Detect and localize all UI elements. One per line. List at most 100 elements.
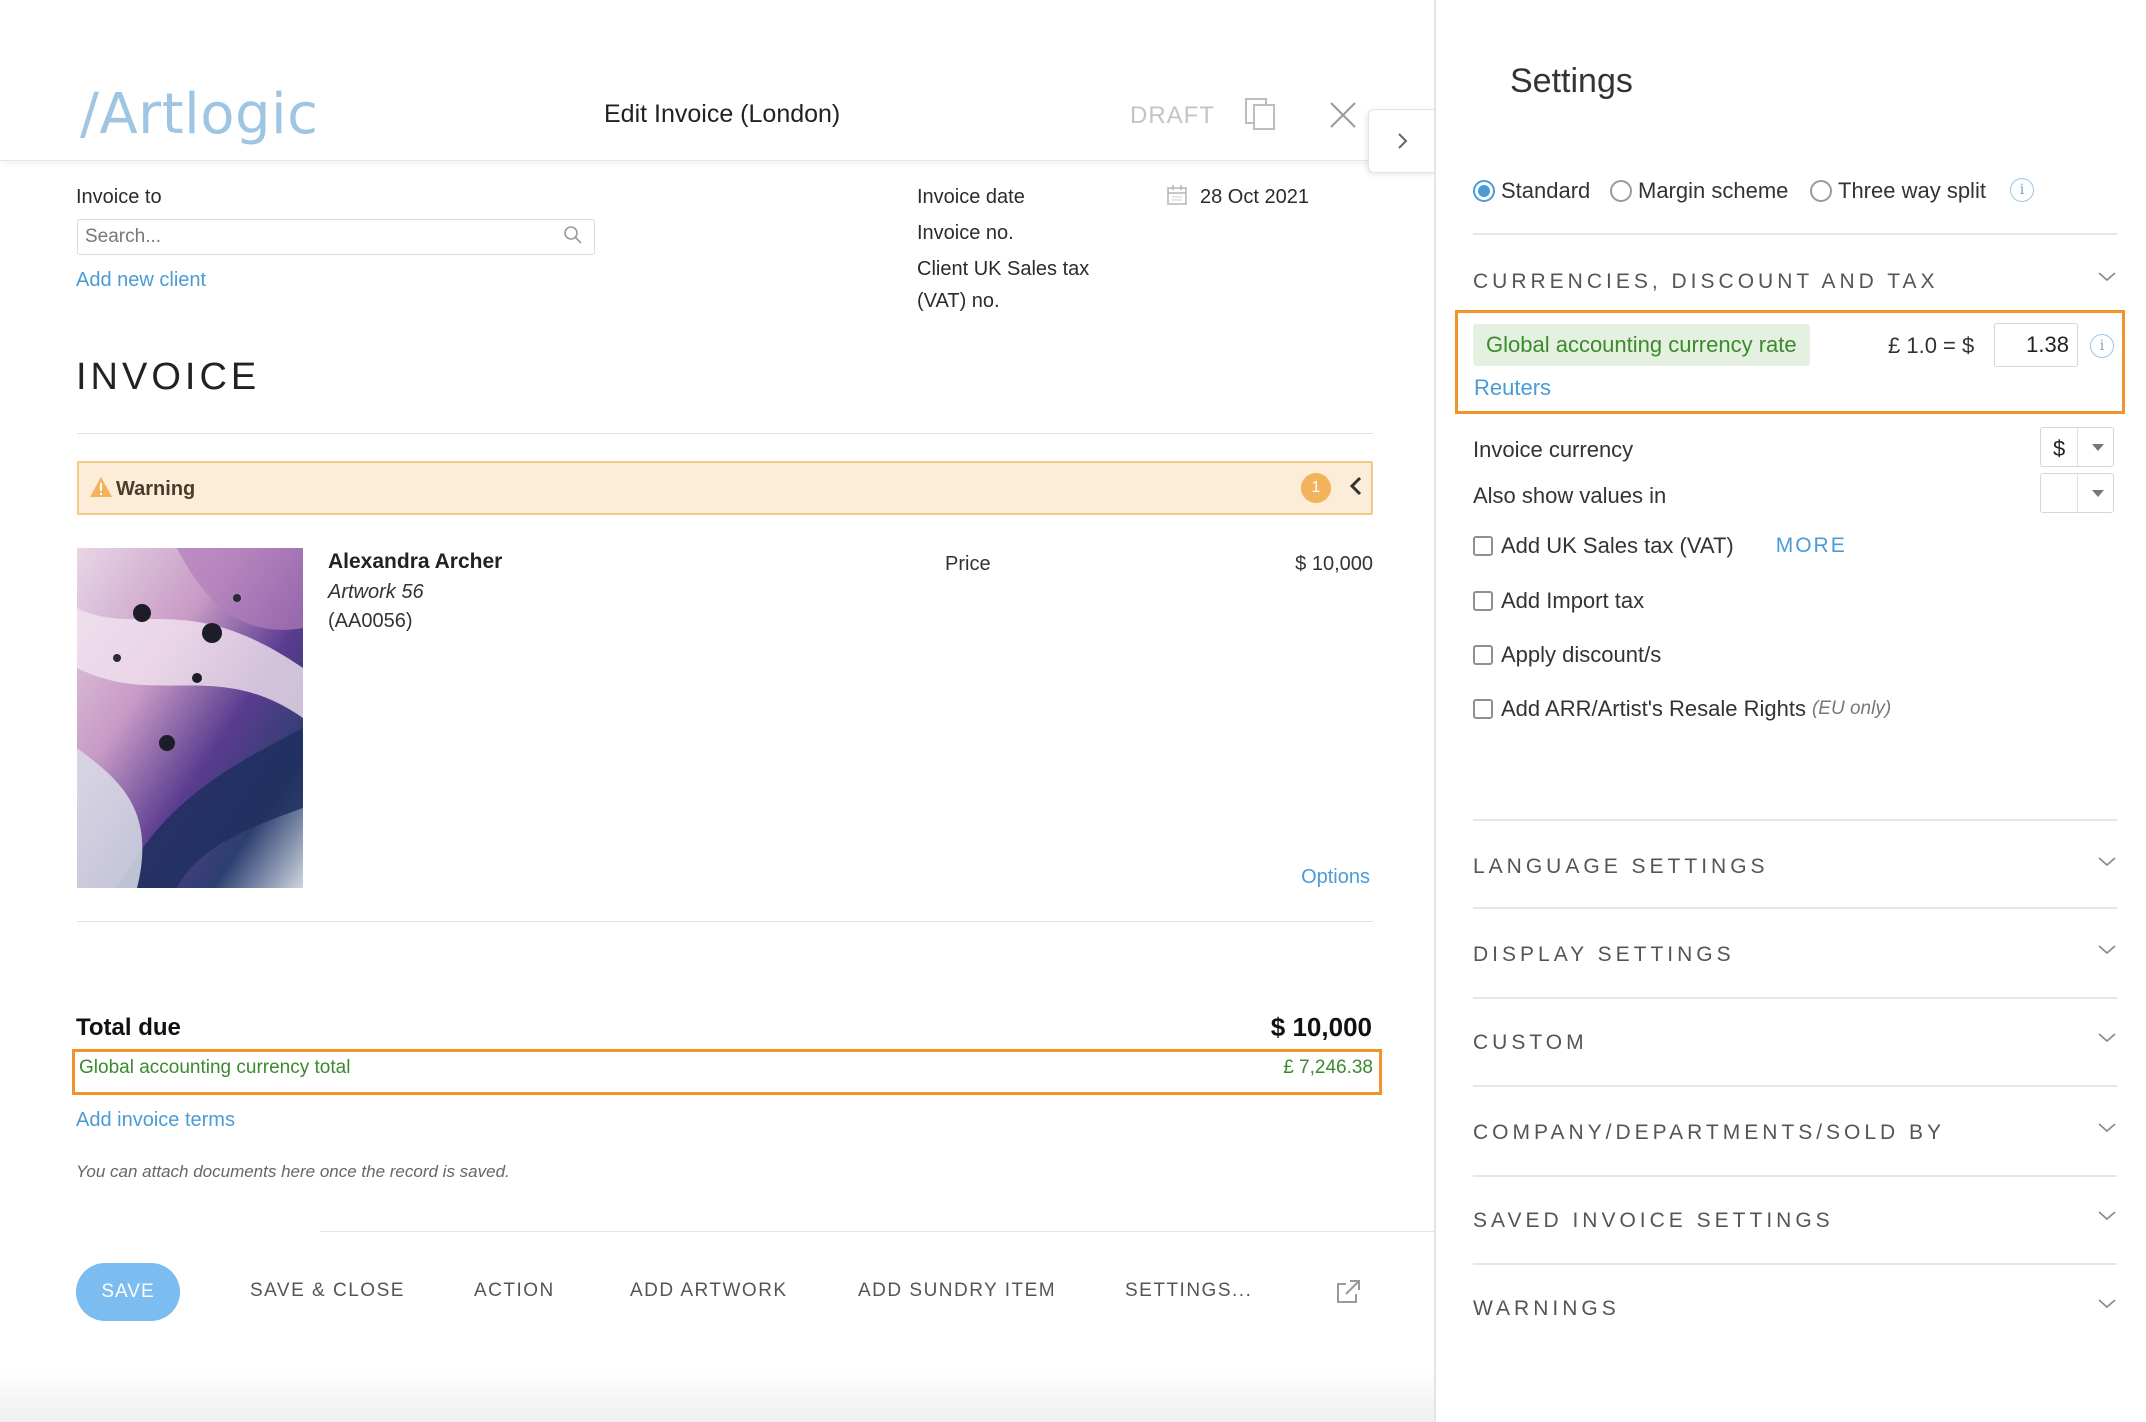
invoice-date-label: Invoice date <box>917 186 1025 208</box>
divider <box>1473 819 2117 821</box>
price-label: Price <box>945 553 991 575</box>
apply-discount-checkbox[interactable]: Apply discount/s <box>1473 642 1661 668</box>
caret-down-icon <box>2092 490 2104 497</box>
more-link[interactable]: MORE <box>1776 534 1847 558</box>
section-warnings-label: WARNINGS <box>1473 1297 1620 1320</box>
divider <box>77 433 1373 434</box>
collapse-settings-tab[interactable] <box>1368 109 1436 173</box>
section-currencies-header[interactable]: CURRENCIES, DISCOUNT AND TAX <box>1473 270 2117 294</box>
add-sundry-item-button[interactable]: ADD SUNDRY ITEM <box>858 1280 1056 1302</box>
external-link-icon[interactable] <box>1334 1278 1362 1306</box>
info-icon[interactable]: i <box>2090 334 2114 358</box>
artlogic-logo: /Artlogic <box>80 82 319 147</box>
divider <box>1473 1175 2117 1177</box>
scheme-margin-label: Margin scheme <box>1638 178 1789 203</box>
rate-from-currency: £ 1.0 = $ <box>1888 333 1975 358</box>
add-invoice-terms-link[interactable]: Add invoice terms <box>76 1109 235 1132</box>
chevron-left-icon[interactable] <box>1347 473 1365 499</box>
apply-discount-label: Apply discount/s <box>1501 642 1662 667</box>
scheme-margin-radio[interactable]: Margin scheme <box>1610 176 1788 206</box>
section-custom[interactable]: CUSTOM <box>1473 1031 2117 1055</box>
scheme-standard-radio[interactable]: Standard <box>1473 176 1590 206</box>
invoice-date-value[interactable]: 28 Oct 2021 <box>1200 186 1309 209</box>
section-currencies-label: CURRENCIES, DISCOUNT AND TAX <box>1473 270 1939 293</box>
section-company-label: COMPANY/DEPARTMENTS/SOLD BY <box>1473 1121 1946 1144</box>
invoice-currency-select[interactable]: $ <box>2040 427 2114 467</box>
artwork-thumbnail[interactable] <box>77 548 303 888</box>
checkbox-icon <box>1473 591 1493 611</box>
chevron-right-icon <box>1397 133 1407 149</box>
footer-divider <box>320 1231 1434 1232</box>
scheme-standard-label: Standard <box>1501 178 1591 203</box>
select-separator <box>2077 474 2078 512</box>
chevron-down-icon <box>2098 1033 2116 1043</box>
calendar-icon[interactable] <box>1166 184 1188 206</box>
section-saved-invoice-settings[interactable]: SAVED INVOICE SETTINGS <box>1473 1209 2117 1233</box>
checkbox-icon <box>1473 699 1493 719</box>
page-title: Edit Invoice (London) <box>604 100 841 128</box>
artwork-code: (AA0056) <box>328 610 413 632</box>
divider <box>77 921 1373 922</box>
invoice-heading: INVOICE <box>76 356 261 398</box>
warning-bar[interactable]: Warning 1 <box>77 461 1373 515</box>
add-arr-label: Add ARR/Artist's Resale Rights <box>1501 696 1806 721</box>
add-new-client-link[interactable]: Add new client <box>76 269 206 292</box>
add-artwork-button[interactable]: ADD ARTWORK <box>630 1280 788 1302</box>
info-icon[interactable]: i <box>2010 178 2034 202</box>
section-display-label: DISPLAY SETTINGS <box>1473 943 1735 966</box>
rate-input[interactable] <box>1994 323 2078 367</box>
chevron-down-icon <box>2098 857 2116 867</box>
chevron-down-icon <box>2098 1123 2116 1133</box>
client-vat-label-line2: (VAT) no. <box>917 290 1000 312</box>
radio-selected-icon <box>1473 180 1495 202</box>
save-button[interactable]: SAVE <box>76 1263 180 1321</box>
also-show-values-select[interactable] <box>2040 473 2114 513</box>
close-icon[interactable] <box>1328 100 1358 130</box>
radio-icon <box>1610 180 1632 202</box>
caret-down-icon <box>2092 444 2104 451</box>
chevron-down-icon <box>2098 1211 2116 1221</box>
add-vat-checkbox[interactable]: Add UK Sales tax (VAT) MORE <box>1473 533 1847 559</box>
section-language-label: LANGUAGE SETTINGS <box>1473 855 1769 878</box>
artist-name: Alexandra Archer <box>328 550 503 573</box>
divider <box>1473 997 2117 999</box>
section-saved-invoice-label: SAVED INVOICE SETTINGS <box>1473 1209 1834 1232</box>
invoice-currency-label: Invoice currency <box>1473 437 1634 462</box>
rate-source-link[interactable]: Reuters <box>1474 375 1551 401</box>
warning-count-badge: 1 <box>1301 473 1331 503</box>
attachment-note: You can attach documents here once the r… <box>76 1162 510 1181</box>
divider <box>1473 233 2117 235</box>
section-display-settings[interactable]: DISPLAY SETTINGS <box>1473 943 2117 967</box>
price-value[interactable]: $ 10,000 <box>1295 553 1373 576</box>
section-company-departments[interactable]: COMPANY/DEPARTMENTS/SOLD BY <box>1473 1121 2117 1145</box>
artwork-title: Artwork 56 <box>328 581 424 603</box>
section-warnings[interactable]: WARNINGS <box>1473 1297 2117 1321</box>
search-icon[interactable] <box>563 225 583 245</box>
section-language-settings[interactable]: LANGUAGE SETTINGS <box>1473 855 2117 879</box>
save-close-button[interactable]: SAVE & CLOSE <box>250 1280 405 1302</box>
select-separator <box>2077 428 2078 466</box>
client-search-input[interactable] <box>77 219 595 255</box>
invoice-panel: /Artlogic Edit Invoice (London) DRAFT In… <box>0 0 1434 1422</box>
add-arr-checkbox[interactable]: Add ARR/Artist's Resale Rights (EU only) <box>1473 696 1891 722</box>
divider <box>1473 907 2117 909</box>
warning-icon <box>90 477 112 497</box>
total-due-label: Total due <box>76 1014 181 1041</box>
scheme-three-way-radio[interactable]: Three way split <box>1810 176 1986 206</box>
global-currency-rate-label: Global accounting currency rate <box>1473 324 1810 366</box>
global-currency-total-label: Global accounting currency total <box>79 1057 351 1078</box>
action-button[interactable]: ACTION <box>474 1280 555 1302</box>
section-custom-label: CUSTOM <box>1473 1031 1588 1054</box>
chevron-down-icon <box>2098 1299 2116 1309</box>
add-import-tax-checkbox[interactable]: Add Import tax <box>1473 588 1644 614</box>
radio-icon <box>1810 180 1832 202</box>
settings-title: Settings <box>1510 62 1633 100</box>
global-currency-total-highlight: Global accounting currency total £ 7,246… <box>72 1049 1382 1095</box>
invoice-number-label: Invoice no. <box>917 222 1014 244</box>
item-options-link[interactable]: Options <box>1301 866 1370 889</box>
invoice-header: /Artlogic Edit Invoice (London) DRAFT <box>0 0 1434 161</box>
settings-button[interactable]: SETTINGS... <box>1125 1280 1252 1302</box>
also-show-values-label: Also show values in <box>1473 483 1667 508</box>
copy-icon[interactable] <box>1244 97 1278 131</box>
scheme-three-way-label: Three way split <box>1838 178 1986 203</box>
